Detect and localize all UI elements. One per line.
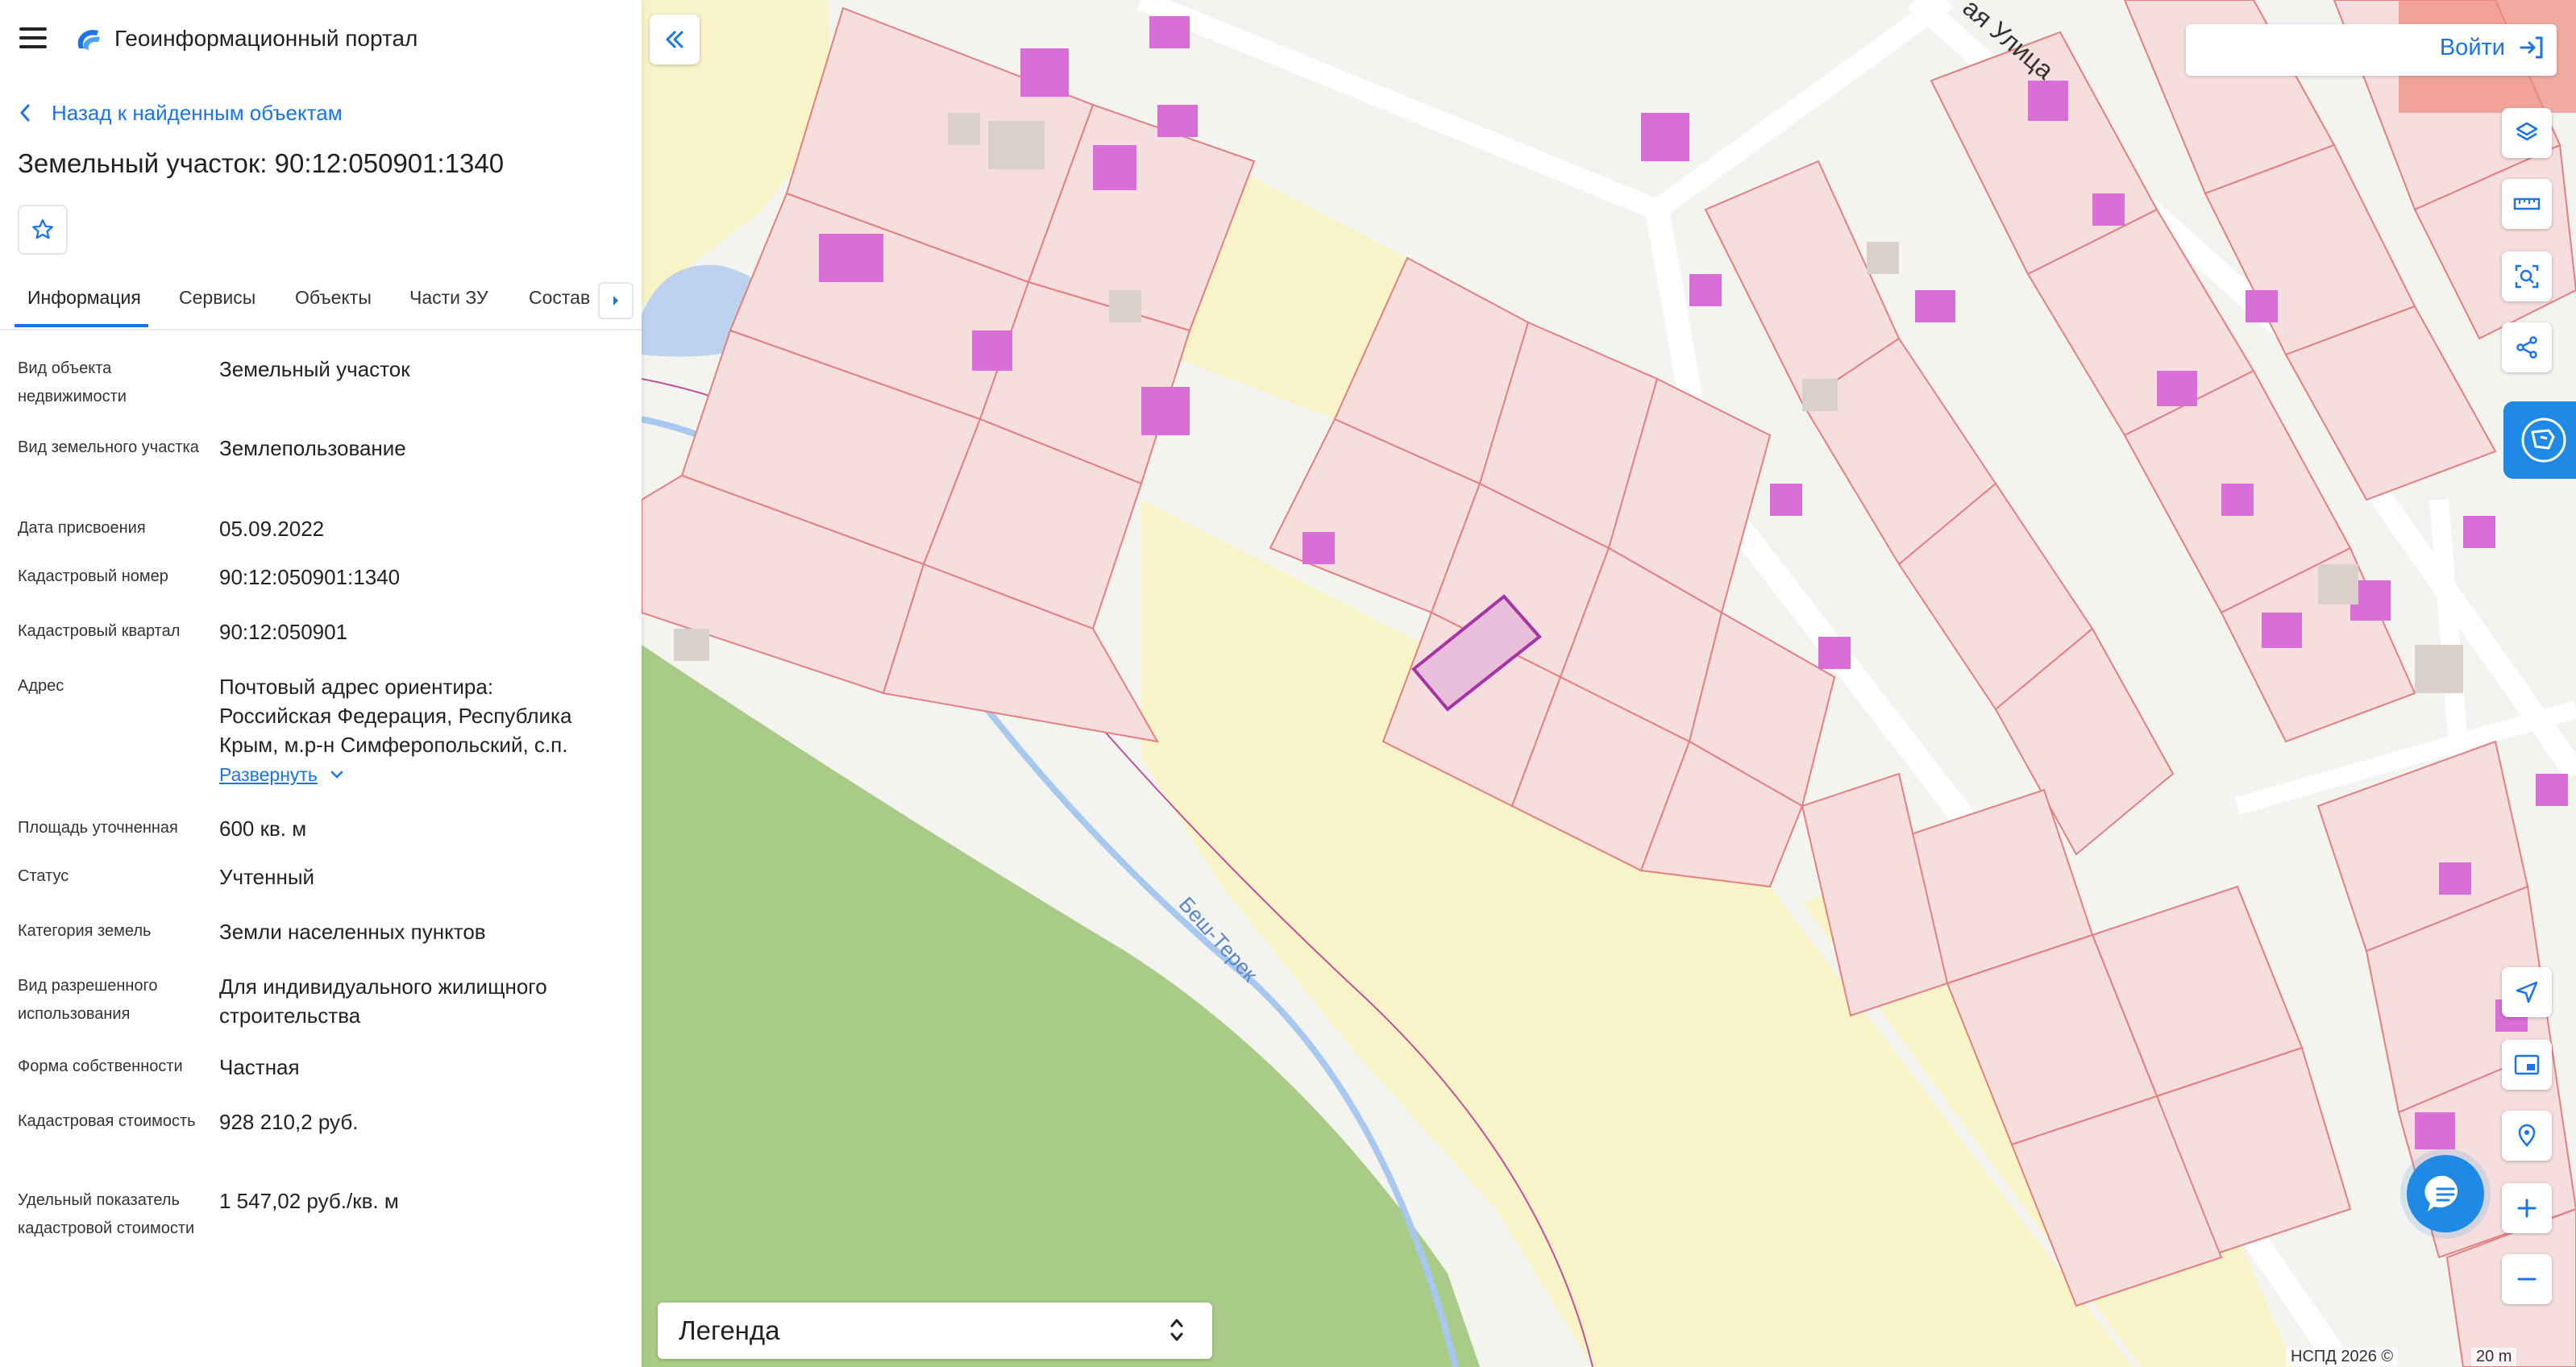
info-label: Кадастровая стоимость [18, 1112, 196, 1130]
login-bar: Войти [2186, 24, 2557, 76]
collapse-sidebar-button[interactable] [650, 15, 700, 64]
chevron-left-icon [20, 104, 30, 122]
locate-button[interactable] [2502, 967, 2552, 1017]
tab-services[interactable]: Сервисы [179, 287, 256, 309]
info-value: Учтенный [219, 865, 315, 889]
tab-bar: Информация Сервисы Объекты Части ЗУ Сост… [0, 282, 642, 330]
chat-icon [2424, 1175, 2458, 1211]
share-icon [2516, 336, 2537, 359]
sort-arrows-icon [1170, 1319, 1183, 1341]
back-to-results-link[interactable]: Назад к найденным объектам [19, 97, 343, 129]
info-value: 600 кв. м [219, 816, 307, 841]
minimap-button[interactable] [2502, 1040, 2552, 1090]
select-area-icon [2515, 264, 2539, 289]
info-value: 90:12:050901:1340 [219, 565, 401, 589]
info-label: Удельный показатель кадастровой стоимост… [18, 1191, 195, 1237]
info-label: Кадастровый номер [18, 567, 168, 585]
active-tab-indicator [15, 324, 148, 327]
layers-icon [2516, 122, 2538, 141]
collapse-icon [666, 31, 683, 48]
info-value: 90:12:050901 [219, 620, 348, 644]
login-icon [2520, 36, 2543, 59]
tab-parts[interactable]: Части ЗУ [409, 287, 488, 309]
locate-icon [2516, 981, 2538, 1003]
extension-icon [2521, 418, 2566, 463]
tabs-scroll-right-button[interactable] [598, 282, 634, 319]
info-value: 05.09.2022 [219, 517, 325, 541]
select-area-button[interactable] [2502, 251, 2552, 301]
plus-icon [2517, 1199, 2537, 1218]
chevron-right-icon [613, 296, 618, 305]
map-canvas[interactable] [642, 0, 2576, 1367]
minimap-icon [2514, 1054, 2540, 1075]
app-title: Геоинформационный портал [114, 26, 418, 51]
login-label: Войти [2439, 34, 2505, 60]
info-value: Частная [219, 1055, 300, 1079]
login-button[interactable]: Войти [2440, 34, 2545, 61]
info-label: Вид земельного участка [18, 438, 199, 456]
map-view[interactable]: ая Улица Беш-Терек Войти Легенда НСПД 20… [642, 0, 2576, 1367]
zoom-in-button[interactable] [2502, 1183, 2552, 1233]
expand-address-link[interactable]: Развернуть [219, 760, 343, 789]
tab-objects[interactable]: Объекты [295, 287, 372, 309]
object-title: Земельный участок: 90:12:050901:1340 [18, 148, 505, 178]
extension-button[interactable] [2503, 401, 2576, 479]
chat-button[interactable] [2407, 1155, 2484, 1232]
info-label: Категория земель [18, 922, 152, 940]
minus-icon [2517, 1278, 2537, 1281]
info-value: Для индивидуального жилищного строительс… [219, 974, 547, 1028]
measure-button[interactable] [2502, 179, 2552, 229]
info-label: Статус [18, 867, 69, 885]
info-label: Вид разрешенного использования [18, 977, 158, 1023]
map-copyright: НСПД 2026 © [2286, 1348, 2399, 1366]
sidebar-panel: Геоинформационный портал Назад к найденн… [0, 0, 642, 1367]
share-button[interactable] [2502, 322, 2552, 372]
menu-icon[interactable] [19, 27, 47, 52]
expand-label: Развернуть [219, 764, 318, 785]
layers-button[interactable] [2502, 108, 2552, 158]
tab-information[interactable]: Информация [27, 287, 141, 309]
info-label: Кадастровый квартал [18, 622, 181, 640]
address-value: Почтовый адрес ориентира: Российская Фед… [219, 672, 606, 789]
info-label: Площадь уточненная [18, 819, 178, 837]
info-label: Форма собственности [18, 1057, 183, 1075]
back-link-label: Назад к найденным объектам [52, 100, 343, 125]
pin-icon [2518, 1124, 2536, 1147]
info-label: Дата присвоения [18, 519, 146, 537]
favorite-button[interactable] [18, 205, 68, 255]
tab-composition[interactable]: Состав [529, 287, 590, 309]
pin-button[interactable] [2502, 1111, 2552, 1161]
legend-label: Легенда [679, 1315, 780, 1345]
chevron-down-icon [330, 771, 343, 779]
info-value: Земли населенных пунктов [219, 920, 486, 944]
info-value: Почтовый адрес ориентира: Российская Фед… [219, 675, 572, 757]
map-scale: 20 m [2471, 1348, 2517, 1366]
sidebar-header: Геоинформационный портал [0, 0, 642, 81]
info-label: Вид объекта недвижимости [18, 359, 127, 405]
info-label: Адрес [18, 677, 64, 695]
info-value: Земельный участок [219, 357, 410, 381]
legend-dropdown[interactable]: Легенда [658, 1303, 1212, 1359]
logo-icon [77, 30, 100, 50]
ruler-icon [2513, 197, 2541, 210]
star-icon [32, 219, 53, 239]
info-value: 1 547,02 руб./кв. м [219, 1189, 399, 1213]
zoom-out-button[interactable] [2502, 1254, 2552, 1304]
info-value: Землепользование [219, 436, 406, 460]
info-value: 928 210,2 руб. [219, 1110, 359, 1134]
